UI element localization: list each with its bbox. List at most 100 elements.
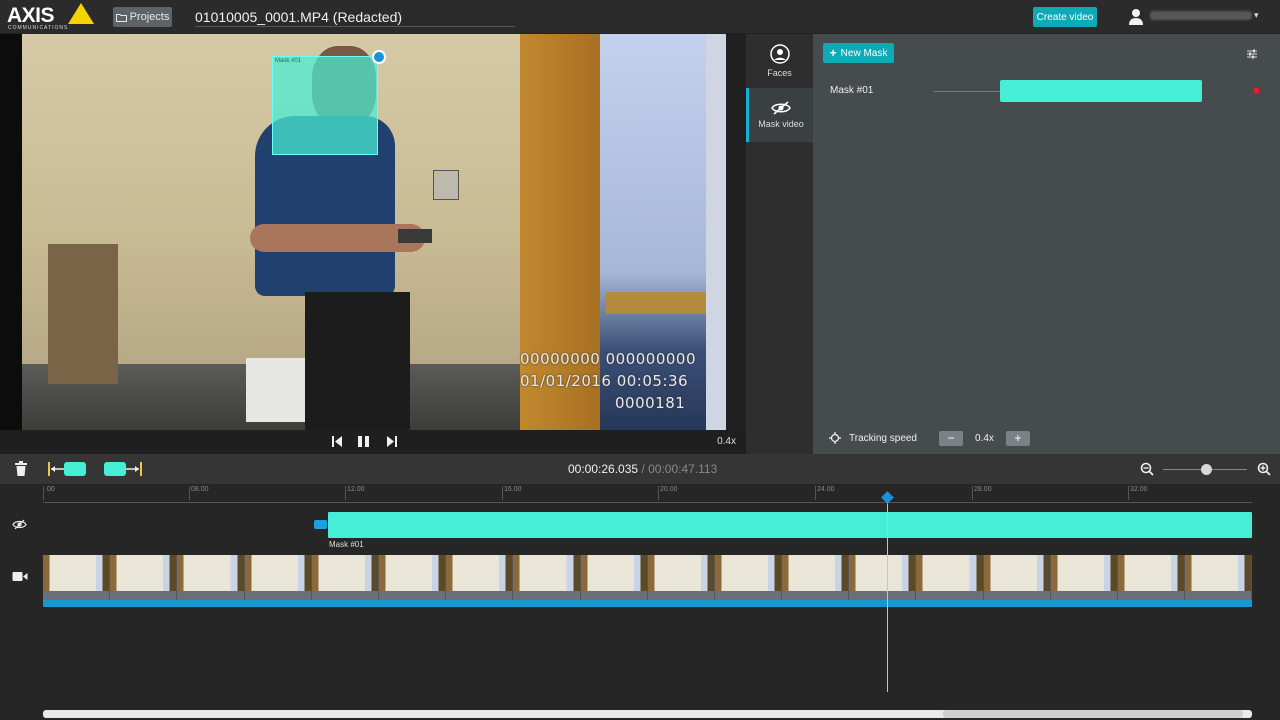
door xyxy=(520,34,604,430)
ruler-tick-label: 24.00 xyxy=(817,486,835,493)
filmstrip-frame xyxy=(983,555,1051,600)
time-separator: / xyxy=(638,462,649,476)
delete-mask-icon[interactable] xyxy=(1254,88,1259,93)
zoom-out-icon[interactable] xyxy=(1140,462,1154,476)
eye-slash-icon xyxy=(771,101,791,115)
filmstrip-frame xyxy=(916,555,984,600)
filmstrip-frame xyxy=(43,555,111,600)
timeline-scrollbar[interactable] xyxy=(43,710,1252,718)
total-time: 00:00:47.113 xyxy=(648,462,718,476)
zoom-slider-handle[interactable] xyxy=(1201,464,1212,475)
tracking-speed-label: Tracking speed xyxy=(849,432,917,444)
folder-icon xyxy=(115,13,127,22)
wall-panel xyxy=(433,170,459,200)
move-handle-icon[interactable] xyxy=(372,50,386,64)
playback-speed[interactable]: 0.4x xyxy=(717,436,736,447)
hallway xyxy=(600,34,710,430)
mask-list-item-line xyxy=(934,91,1000,92)
skip-forward-icon[interactable] xyxy=(386,435,398,448)
zoom-in-icon[interactable] xyxy=(1257,462,1271,476)
tracking-speed-increase-button[interactable]: + xyxy=(1005,430,1030,446)
tab-faces-label: Faces xyxy=(767,68,792,78)
mask-panel: + New Mask Mask #01 Tracking speed − 0.4… xyxy=(813,34,1280,454)
ruler-tick xyxy=(189,486,190,500)
filmstrip-frame xyxy=(513,555,581,600)
filmstrip-frame xyxy=(1185,555,1252,600)
plus-icon: + xyxy=(829,46,837,60)
timeline[interactable]: .00 08.00 12.00 16.00 20.00 24.00 28.00 … xyxy=(0,484,1280,720)
chevron-down-icon[interactable]: ▾ xyxy=(1254,10,1259,21)
ruler-tick xyxy=(1128,486,1129,500)
new-mask-label: New Mask xyxy=(840,47,888,59)
file-title[interactable]: 01010005_0001.MP4 (Redacted) xyxy=(195,9,402,25)
playhead[interactable] xyxy=(887,496,888,692)
mask-track-bar[interactable] xyxy=(328,512,1252,538)
ruler-tick xyxy=(345,486,346,500)
title-underline xyxy=(195,26,515,27)
time-ruler[interactable]: .00 08.00 12.00 16.00 20.00 24.00 28.00 … xyxy=(43,484,1252,504)
filmstrip-frame xyxy=(1050,555,1118,600)
user-email-redacted[interactable] xyxy=(1150,11,1252,20)
trash-icon[interactable] xyxy=(14,461,28,477)
mask-track-eye-icon[interactable] xyxy=(12,519,27,530)
current-time: 00:00:26.035 xyxy=(568,462,639,476)
ruler-tick-label: 28.00 xyxy=(974,486,992,493)
person-legs xyxy=(305,292,410,430)
filmstrip-frame xyxy=(378,555,447,600)
video-camera-icon xyxy=(12,572,28,581)
mask-list-item[interactable]: Mask #01 xyxy=(813,78,1280,104)
top-bar: AXIS COMMUNICATIONS Projects 01010005_00… xyxy=(0,0,1280,34)
ruler-tick xyxy=(43,486,44,500)
tab-mask-video[interactable]: Mask video xyxy=(746,88,813,142)
projects-label: Projects xyxy=(129,11,170,23)
ruler-tick xyxy=(658,486,659,500)
ruler-tick-label: 16.00 xyxy=(504,486,522,493)
pause-icon[interactable] xyxy=(357,435,371,448)
video-filmstrip[interactable] xyxy=(43,555,1252,600)
ruler-tick-label: 08.00 xyxy=(191,486,209,493)
trim-start-icon[interactable] xyxy=(48,461,88,477)
mask-track-handle[interactable] xyxy=(314,520,327,529)
timeline-toolbar: 00:00:26.035 / 00:00:47.113 xyxy=(0,454,1280,484)
ruler-tick xyxy=(972,486,973,500)
axis-logo: AXIS COMMUNICATIONS xyxy=(6,3,94,31)
ruler-tick-label: 20.00 xyxy=(660,486,678,493)
tracking-speed-decrease-button[interactable]: − xyxy=(939,430,963,446)
overlay-line-2: 01/01/2016 00:05:36 xyxy=(520,372,689,390)
mask-region[interactable]: Mask #01 xyxy=(272,56,378,155)
tab-faces[interactable]: Faces xyxy=(746,34,813,88)
overlay-line-1: 00000000 000000000 xyxy=(520,350,697,368)
filmstrip-frame xyxy=(782,555,850,600)
filmstrip-frame xyxy=(446,555,514,600)
overlay-line-3: 0000181 xyxy=(615,394,686,412)
filmstrip-frame xyxy=(311,555,379,600)
time-display: 00:00:26.035 / 00:00:47.113 xyxy=(568,462,717,476)
new-mask-button[interactable]: + New Mask xyxy=(823,43,894,63)
crosshair-icon xyxy=(829,432,841,444)
video-track-bar[interactable] xyxy=(43,600,1252,607)
door-frame xyxy=(706,34,726,430)
right-edge xyxy=(726,34,746,430)
user-icon[interactable] xyxy=(1128,8,1144,26)
trim-end-icon[interactable] xyxy=(104,461,144,477)
video-player[interactable]: Mask #01 00000000 000000000 01/01/2016 0… xyxy=(0,34,746,430)
ruler-tick-label: .00 xyxy=(45,486,55,493)
side-tabs: Faces Mask video xyxy=(746,34,813,454)
player-controls: 0.4x xyxy=(0,430,746,454)
projects-button[interactable]: Projects xyxy=(113,7,172,27)
skip-back-icon[interactable] xyxy=(331,435,343,448)
filmstrip-frame xyxy=(177,555,245,600)
filter-settings-icon[interactable] xyxy=(1246,48,1258,60)
ruler-tick xyxy=(502,486,503,500)
tab-mask-video-label: Mask video xyxy=(758,119,804,129)
timeline-scrollbar-thumb[interactable] xyxy=(943,710,1243,718)
filmstrip-frame xyxy=(714,555,783,600)
filmstrip-frame xyxy=(244,555,312,600)
mask-list-item-bar[interactable] xyxy=(1000,80,1202,102)
boxes xyxy=(48,244,118,384)
filmstrip-frame xyxy=(110,555,178,600)
logo-triangle-icon xyxy=(68,3,94,24)
tracking-speed-control: Tracking speed − 0.4x + xyxy=(829,429,1030,447)
brand-subtitle: COMMUNICATIONS xyxy=(8,25,69,31)
create-video-button[interactable]: Create video xyxy=(1033,7,1097,27)
